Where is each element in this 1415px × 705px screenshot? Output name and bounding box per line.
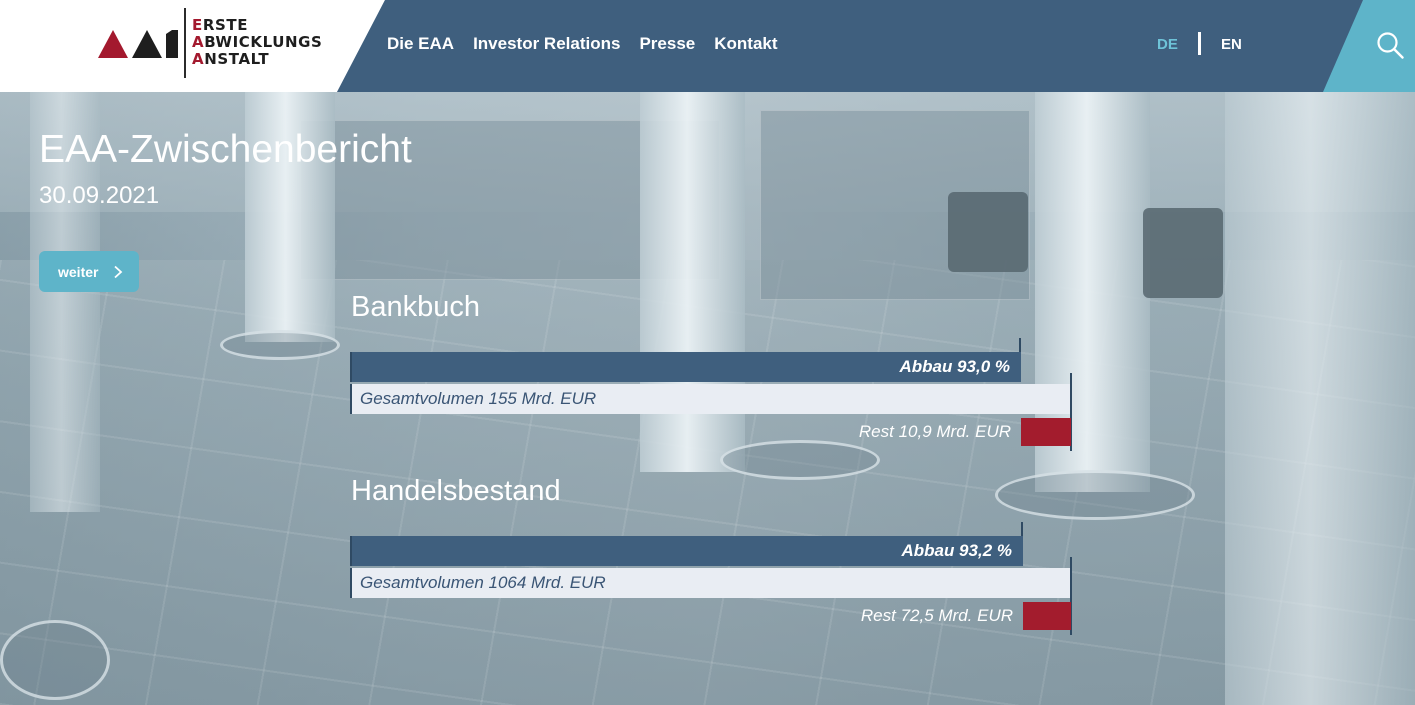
logo-wordmark: ERSTE ABWICKLUNGS ANSTALT [192, 17, 322, 68]
nav-item-die-eaa[interactable]: Die EAA [387, 34, 454, 54]
abbau-bar: Abbau 93,0 % [350, 352, 1021, 382]
language-de-link[interactable]: DE [1157, 0, 1178, 88]
chevron-right-icon [114, 265, 123, 279]
rest-bar [1021, 418, 1071, 446]
abbau-marker [1019, 338, 1021, 352]
page-title: EAA-Zwischenbericht [39, 128, 412, 171]
total-volume-label: Gesamtvolumen 1064 Mrd. EUR [360, 573, 606, 592]
total-volume-bar: Gesamtvolumen 155 Mrd. EUR [350, 384, 1072, 414]
report-title: Handelsbestand [351, 475, 561, 507]
hero-armchair [948, 192, 1028, 272]
hero-armchair [1143, 208, 1223, 298]
report-block-bankbuch: Bankbuch Abbau 93,0 % Gesamtvolumen 155 … [350, 291, 1072, 456]
weiter-button[interactable]: weiter [39, 251, 139, 292]
hero-pillar [1225, 92, 1415, 705]
weiter-button-label: weiter [58, 263, 99, 280]
language-divider [1198, 32, 1201, 55]
logo-line: ERSTE [192, 16, 249, 34]
abbau-marker [1021, 522, 1023, 536]
total-volume-bar: Gesamtvolumen 1064 Mrd. EUR [350, 568, 1072, 598]
report-title: Bankbuch [351, 291, 480, 323]
logo-line: ABWICKLUNGS [192, 33, 323, 51]
nav-item-presse[interactable]: Presse [639, 34, 695, 54]
abbau-bar: Abbau 93,2 % [350, 536, 1023, 566]
site-header: ERSTE ABWICKLUNGS ANSTALT Die EAA Invest… [0, 0, 1415, 92]
logo-triangles-icon [98, 30, 178, 58]
report-date: 30.09.2021 [39, 182, 160, 209]
search-icon[interactable] [1376, 31, 1404, 59]
hero-floor-grate [220, 330, 340, 360]
main-nav: Die EAA Investor Relations Presse Kontak… [387, 0, 778, 88]
report-block-handelsbestand: Handelsbestand Abbau 93,2 % Gesamtvolume… [350, 475, 1072, 640]
hero-floor-grate [0, 620, 110, 700]
nav-item-investor-relations[interactable]: Investor Relations [473, 34, 620, 54]
nav-item-kontakt[interactable]: Kontakt [714, 34, 777, 54]
logo-line: ANSTALT [192, 50, 270, 68]
abbau-label: Abbau 93,2 % [901, 541, 1012, 560]
rest-label: Rest 10,9 Mrd. EUR [858, 422, 1011, 441]
logo-divider [184, 8, 186, 78]
rest-label: Rest 72,5 Mrd. EUR [860, 606, 1013, 625]
language-en-link[interactable]: EN [1221, 0, 1242, 88]
total-volume-label: Gesamtvolumen 155 Mrd. EUR [360, 389, 597, 408]
rest-bar [1023, 602, 1071, 630]
abbau-label: Abbau 93,0 % [899, 357, 1010, 376]
